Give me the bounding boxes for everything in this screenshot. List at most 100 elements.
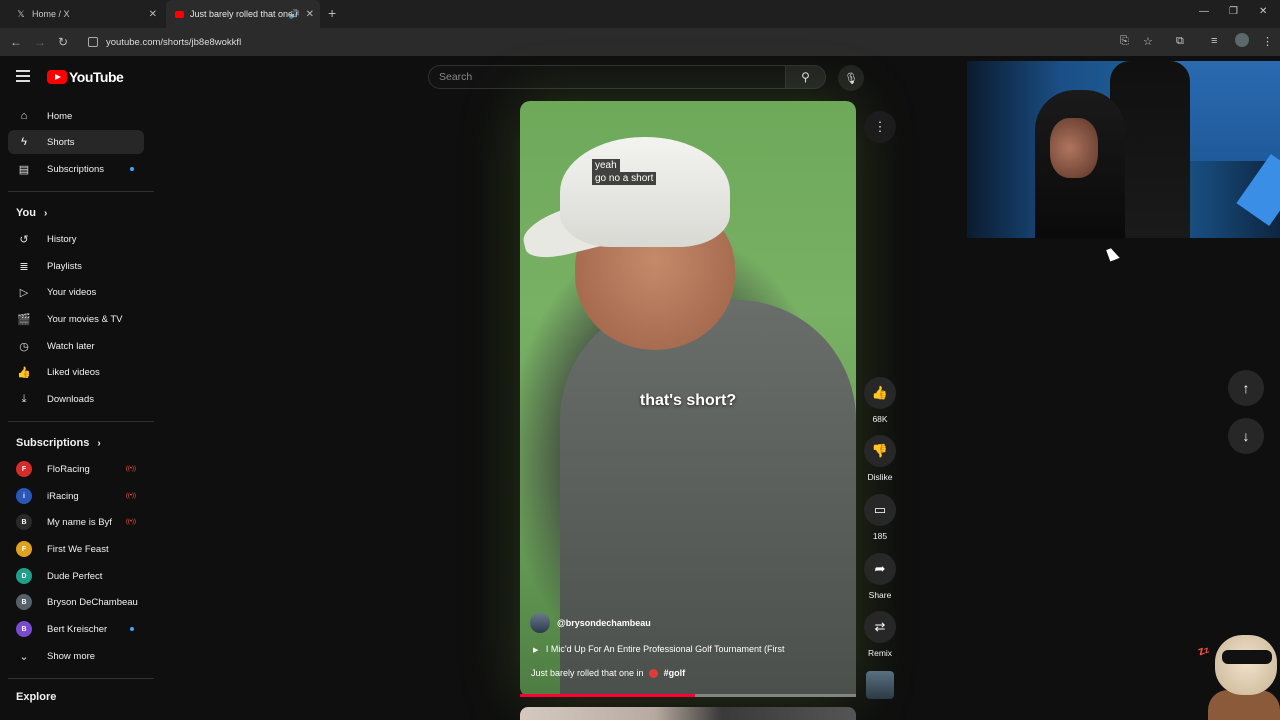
related-video-link[interactable]: ▶ I Mic'd Up For An Entire Professional …	[533, 644, 785, 654]
short-channel-link[interactable]: @brysondechambeau	[530, 613, 651, 633]
url-text: youtube.com/shorts/jb8e8wokkfl	[106, 36, 242, 48]
next-short-preview[interactable]	[520, 707, 856, 720]
sidebar-item-your-videos[interactable]: ▷ Your videos	[8, 280, 144, 304]
search-button[interactable]: ⚲	[786, 65, 826, 89]
sidebar-item-downloads[interactable]: ⤓ Downloads	[8, 387, 144, 411]
close-tab-icon[interactable]: ✕	[306, 9, 314, 20]
sidebar-channel-bert-kreischer[interactable]: B Bert Kreischer	[8, 617, 144, 641]
share-arrow-icon: ➦	[864, 553, 896, 585]
restore-icon[interactable]: ❐	[1229, 6, 1238, 17]
sidebar-divider	[8, 421, 154, 422]
sidebar-channel-floracing[interactable]: F FloRacing ((•))	[8, 457, 144, 481]
live-indicator-icon: ((•))	[125, 519, 136, 525]
shorts-icon: ϟ	[21, 136, 27, 148]
youtube-play-icon	[47, 70, 67, 84]
video-subtitle-line: go no a short	[592, 172, 657, 185]
watch-later-icon: ◷	[19, 340, 29, 353]
arrow-up-icon: ↑	[1242, 380, 1250, 396]
browser-tab-x[interactable]: 𝕏 Home / X ✕	[8, 0, 163, 28]
reload-icon[interactable]: ↻	[58, 35, 68, 49]
youtube-favicon	[174, 9, 184, 19]
share-button[interactable]: ➦ Share	[864, 553, 896, 600]
sidebar-item-liked-videos[interactable]: 👍 Liked videos	[8, 360, 144, 384]
channel-avatar	[530, 613, 550, 633]
sidebar-channel-byf[interactable]: B My name is Byf ((•))	[8, 510, 144, 534]
sidebar-heading-you[interactable]: You ›	[16, 207, 47, 219]
liked-videos-icon: 👍	[17, 366, 31, 379]
video-frame-player-body	[560, 300, 856, 697]
new-content-dot	[130, 627, 134, 631]
arrow-down-icon: ↓	[1242, 428, 1250, 444]
previous-short-button[interactable]: ↑	[1228, 370, 1264, 406]
comments-button[interactable]: ▭ 185	[864, 494, 896, 541]
comment-icon: ▭	[864, 494, 896, 526]
live-indicator-icon: ((•))	[125, 493, 136, 499]
like-button[interactable]: 👍 68K	[864, 377, 896, 424]
subscriptions-icon: ▤	[18, 163, 30, 176]
sidebar: ⌂ Home ϟ Shorts ▤ Subscriptions You › ↺ …	[0, 100, 154, 720]
chevron-right-icon: ›	[97, 438, 101, 449]
video-progress-bar[interactable]	[520, 694, 856, 697]
sidebar-channel-bryson[interactable]: B Bryson DeChambeau	[8, 590, 144, 614]
channel-avatar: B	[16, 514, 32, 530]
more-options-button[interactable]: ⋮	[864, 111, 896, 143]
sidebar-channel-dude-perfect[interactable]: D Dude Perfect	[8, 564, 144, 588]
sidebar-channel-first-we-feast[interactable]: F First We Feast	[8, 537, 144, 561]
profile-avatar[interactable]	[1235, 33, 1249, 47]
live-indicator-icon: ((•))	[125, 466, 136, 472]
channel-avatar: B	[16, 594, 32, 610]
tab-audio-icon[interactable]: 🔊	[289, 9, 300, 20]
forward-icon[interactable]: →	[34, 35, 46, 49]
voice-search-button[interactable]: 🎙	[838, 65, 864, 91]
sidebar-heading-explore[interactable]: Explore	[16, 691, 56, 703]
video-frame-cap	[560, 137, 730, 247]
chevron-right-icon: ›	[44, 208, 48, 219]
progress-fill	[520, 694, 695, 697]
video-subtitle-line: yeah	[592, 159, 620, 172]
sidebar-heading-subscriptions[interactable]: Subscriptions ›	[16, 437, 101, 449]
browser-tab-youtube[interactable]: Just barely rolled that one i 🔊 ✕	[166, 0, 320, 28]
sidebar-item-movies[interactable]: 🎬 Your movies & TV	[8, 307, 144, 331]
mouse-cursor-icon	[1106, 246, 1120, 262]
thumbs-up-icon: 👍	[864, 377, 896, 409]
next-short-button[interactable]: ↓	[1228, 418, 1264, 454]
bookmark-star-icon[interactable]: ☆	[1143, 35, 1153, 48]
media-controls-icon[interactable]: ≡	[1211, 35, 1217, 47]
close-tab-icon[interactable]: ✕	[149, 9, 157, 20]
back-icon[interactable]: ←	[10, 35, 22, 49]
hashtag-link[interactable]: #golf	[664, 668, 686, 678]
address-bar[interactable]: youtube.com/shorts/jb8e8wokkfl	[80, 31, 1110, 53]
browser-toolbar: ← → ↻ youtube.com/shorts/jb8e8wokkfl ⎘ ☆…	[0, 28, 1280, 56]
site-info-icon[interactable]	[88, 37, 98, 47]
sidebar-item-shorts[interactable]: ϟ Shorts	[8, 130, 144, 154]
channel-avatar: i	[16, 488, 32, 504]
new-tab-icon[interactable]: +	[328, 5, 336, 21]
sidebar-item-playlists[interactable]: ≣ Playlists	[8, 254, 144, 278]
play-icon: ▶	[533, 647, 539, 654]
search-icon: ⚲	[801, 70, 810, 84]
thumbs-down-icon: 👎	[864, 435, 896, 467]
close-window-icon[interactable]: ✕	[1259, 6, 1267, 17]
more-vertical-icon: ⋮	[873, 119, 887, 134]
remix-button[interactable]: ⇄ Remix	[864, 611, 896, 658]
sidebar-divider	[8, 191, 154, 192]
home-icon: ⌂	[20, 110, 28, 122]
sidebar-item-subscriptions[interactable]: ▤ Subscriptions	[8, 157, 144, 181]
sidebar-item-watch-later[interactable]: ◷ Watch later	[8, 334, 144, 358]
minimize-icon[interactable]: —	[1199, 6, 1209, 17]
browser-menu-icon[interactable]: ⋮	[1262, 35, 1273, 48]
search-input[interactable]: Search	[428, 65, 786, 89]
sidebar-channel-iracing[interactable]: i iRacing ((•))	[8, 484, 144, 508]
x-logo-icon: 𝕏	[17, 8, 25, 19]
sound-thumbnail[interactable]	[866, 671, 894, 699]
webcam-face	[1050, 118, 1098, 178]
sidebar-item-history[interactable]: ↺ History	[8, 227, 144, 251]
youtube-logo[interactable]: YouTube	[47, 69, 124, 85]
install-app-icon[interactable]: ⎘	[1120, 35, 1129, 48]
hamburger-menu-icon[interactable]	[16, 70, 30, 82]
new-content-dot	[130, 167, 134, 171]
sidebar-show-more[interactable]: ⌄ Show more	[8, 644, 144, 668]
sidebar-item-home[interactable]: ⌂ Home	[8, 104, 144, 128]
dislike-button[interactable]: 👎 Dislike	[864, 435, 896, 482]
extensions-icon[interactable]: ⧉	[1176, 35, 1184, 48]
